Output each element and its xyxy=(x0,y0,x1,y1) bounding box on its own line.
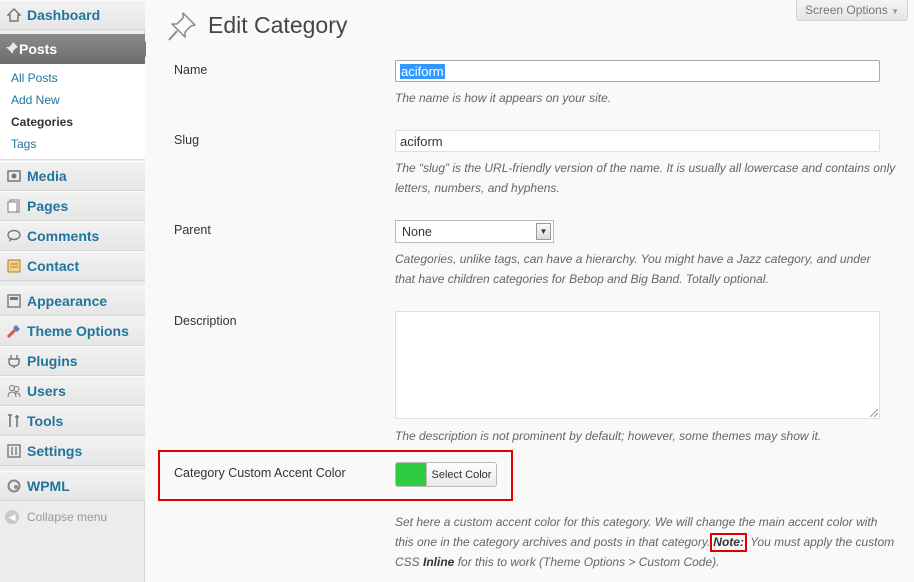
menu-users[interactable]: Users xyxy=(0,376,145,406)
parent-select[interactable]: None ▼ xyxy=(395,220,554,243)
parent-selected-value: None xyxy=(402,225,432,239)
inline-emphasis: Inline xyxy=(423,555,455,569)
menu-dashboard[interactable]: Dashboard xyxy=(0,0,145,30)
main-content: Screen Options ▼ Edit Category Name acif… xyxy=(146,0,914,582)
pushpin-icon xyxy=(168,12,196,41)
menu-posts-label: Posts xyxy=(19,41,58,57)
description-label: Description xyxy=(174,314,237,328)
name-input[interactable]: aciform xyxy=(395,60,880,82)
accent-help-line-2: this one in the category archives and po… xyxy=(395,532,910,552)
description-help: The description is not prominent by defa… xyxy=(395,429,822,443)
collapse-menu-label: Collapse menu xyxy=(27,510,108,524)
chevron-down-icon: ▼ xyxy=(891,7,899,16)
select-color-button[interactable]: Select Color xyxy=(395,462,497,487)
menu-media[interactable]: Media xyxy=(0,161,145,191)
menu-wpml[interactable]: WPML xyxy=(0,471,145,501)
plugins-icon xyxy=(5,352,23,370)
parent-label: Parent xyxy=(174,223,211,237)
name-help: The name is how it appears on your site. xyxy=(395,91,612,105)
menu-wpml-label: WPML xyxy=(27,478,70,494)
users-icon xyxy=(5,382,23,400)
menu-settings[interactable]: Settings xyxy=(0,436,145,466)
submenu-add-new[interactable]: Add New xyxy=(11,93,60,107)
menu-plugins[interactable]: Plugins xyxy=(0,346,145,376)
slug-label: Slug xyxy=(174,133,200,147)
chevron-down-icon: ▼ xyxy=(536,223,551,240)
accent-help-line-1: Set here a custom accent color for this … xyxy=(395,515,878,529)
menu-comments-label: Comments xyxy=(27,228,100,244)
menu-appearance[interactable]: Appearance xyxy=(0,286,145,316)
menu-appearance-label: Appearance xyxy=(27,293,108,309)
menu-plugins-label: Plugins xyxy=(27,353,78,369)
collapse-menu-button[interactable]: ◀ Collapse menu xyxy=(5,510,107,524)
color-swatch xyxy=(396,463,427,486)
admin-sidebar: Dashboard Posts All Posts Add New Catego… xyxy=(0,0,153,582)
parent-help-line-2: that have children categories for Bebop … xyxy=(395,272,769,286)
resize-grip-icon[interactable] xyxy=(870,409,878,417)
menu-theme-options[interactable]: Theme Options xyxy=(0,316,145,346)
slug-input-value: aciform xyxy=(400,134,443,149)
comments-icon xyxy=(5,227,23,245)
screen-options-label: Screen Options xyxy=(805,3,888,17)
tools-icon xyxy=(5,412,23,430)
menu-posts[interactable]: Posts xyxy=(0,34,153,64)
note-highlight: Note: xyxy=(710,533,747,552)
pushpin-icon xyxy=(5,41,19,58)
accent-help-line-3: CSS Inline for this to work (Theme Optio… xyxy=(395,552,910,572)
pages-icon xyxy=(5,197,23,215)
wpml-icon xyxy=(5,477,23,495)
menu-media-label: Media xyxy=(27,168,67,184)
collapse-arrow-icon: ◀ xyxy=(5,510,19,524)
parent-help-line-1: Categories, unlike tags, can have a hier… xyxy=(395,252,871,266)
slug-input[interactable]: aciform xyxy=(395,130,880,152)
settings-icon xyxy=(5,442,23,460)
menu-tools-label: Tools xyxy=(27,413,64,429)
contact-icon xyxy=(5,257,23,275)
menu-tools[interactable]: Tools xyxy=(0,406,145,436)
slug-help-line-1: The “slug” is the URL-friendly version o… xyxy=(395,161,896,175)
accent-help-line-2b: You must apply the custom xyxy=(746,535,895,549)
submenu-all-posts[interactable]: All Posts xyxy=(11,71,58,85)
menu-contact[interactable]: Contact xyxy=(0,251,145,281)
posts-submenu: All Posts Add New Categories Tags xyxy=(0,64,145,160)
submenu-categories[interactable]: Categories xyxy=(11,115,73,129)
menu-pages[interactable]: Pages xyxy=(0,191,145,221)
menu-pages-label: Pages xyxy=(27,198,69,214)
slug-help-line-2: letters, numbers, and hyphens. xyxy=(395,181,560,195)
name-label: Name xyxy=(174,63,208,77)
wrench-icon xyxy=(5,322,23,340)
screen-options-button[interactable]: Screen Options ▼ xyxy=(796,0,908,21)
appearance-icon xyxy=(5,292,23,310)
accent-help-line-2a: this one in the category archives and po… xyxy=(395,535,711,549)
dashboard-icon xyxy=(5,6,23,24)
menu-users-label: Users xyxy=(27,383,66,399)
submenu-tags[interactable]: Tags xyxy=(11,137,36,151)
accent-help-line-3b: for this to work (Theme Options > Custom… xyxy=(454,555,720,569)
menu-theme-options-label: Theme Options xyxy=(27,323,129,339)
menu-dashboard-label: Dashboard xyxy=(27,7,101,23)
accent-help-line-3a: CSS xyxy=(395,555,424,569)
description-textarea[interactable] xyxy=(395,311,880,419)
select-color-label: Select Color xyxy=(431,468,492,481)
page-title: Edit Category xyxy=(208,12,348,38)
menu-contact-label: Contact xyxy=(27,258,80,274)
accent-color-label: Category Custom Accent Color xyxy=(174,466,346,480)
menu-comments[interactable]: Comments xyxy=(0,221,145,251)
name-input-value: aciform xyxy=(400,64,445,79)
media-icon xyxy=(5,167,23,185)
menu-settings-label: Settings xyxy=(27,443,83,459)
